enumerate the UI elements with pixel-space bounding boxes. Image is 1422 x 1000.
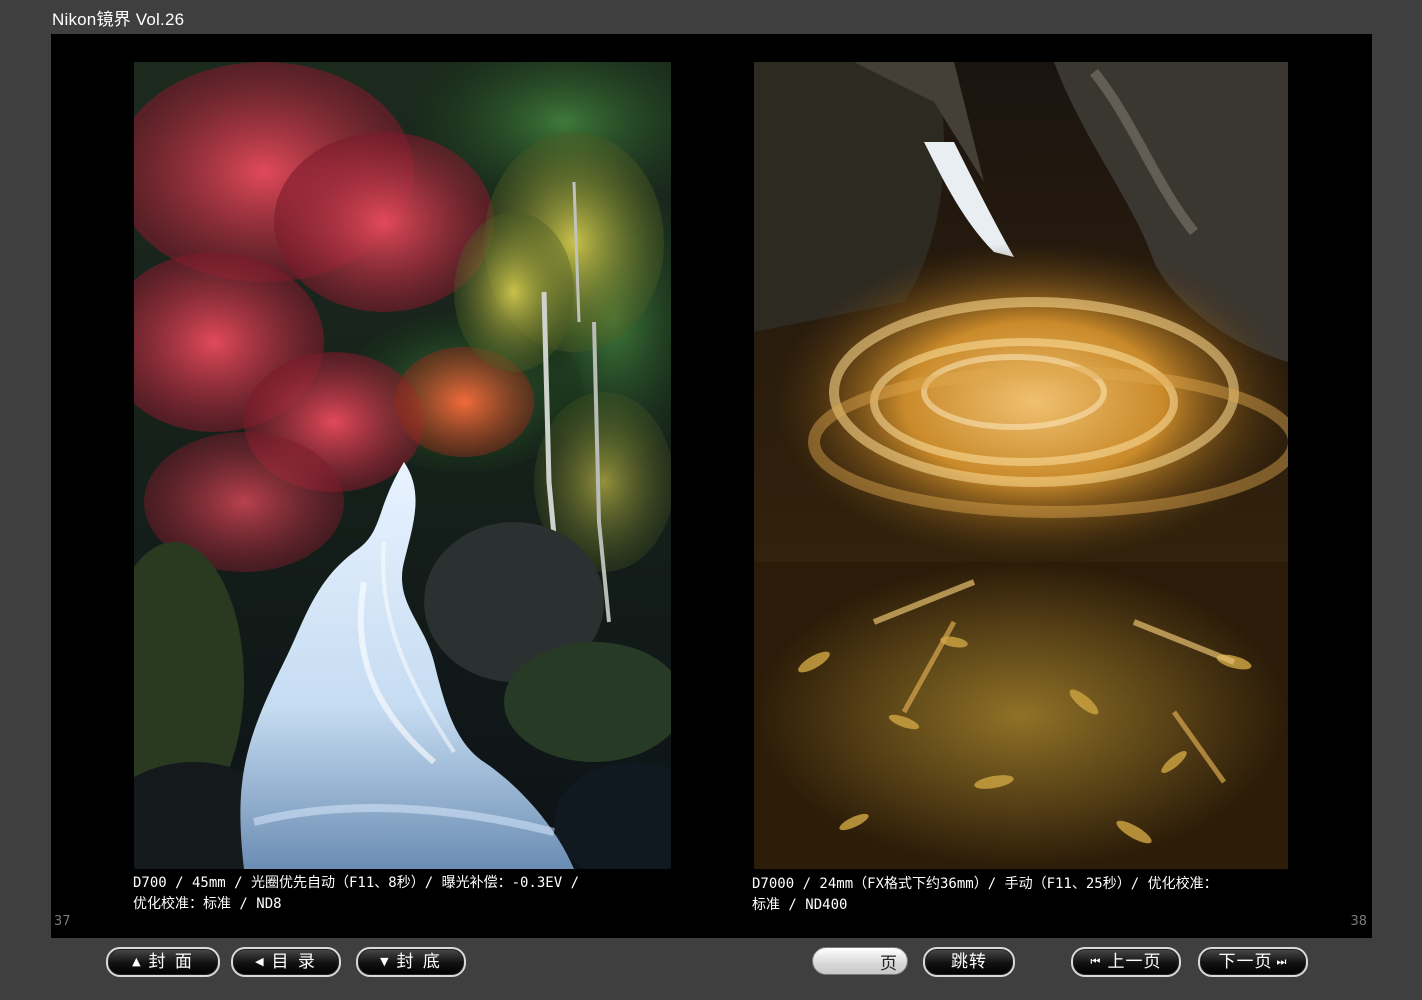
left-page-number: 37 [54,914,71,929]
toc-button-label: 目 录 [271,952,317,972]
next-page-button[interactable]: 下一页 ⏭ [1198,947,1308,977]
page-unit-label: 页 [880,953,897,974]
right-page-number: 38 [1350,914,1367,929]
triangle-up-icon: ▲ [132,955,143,968]
autumn-waterfall-photo[interactable] [134,62,671,869]
magazine-viewer: Nikon镜界 Vol.26 D700 / 45mm / 光圈优先自动（F11、… [0,0,1422,1000]
page-number-field: 页 [812,947,908,975]
swirling-leaves-pool-photo[interactable] [754,62,1288,869]
window-title: Nikon镜界 Vol.26 [52,10,185,29]
skip-back-icon: ⏮ [1090,955,1102,968]
toc-button[interactable]: ◀ 目 录 [231,947,341,977]
left-photo-caption: D700 / 45mm / 光圈优先自动（F11、8秒）/ 曝光补偿：-0.3E… [133,875,580,912]
prev-page-button[interactable]: ⏮ 上一页 [1071,947,1181,977]
prev-page-label: 上一页 [1107,952,1162,972]
next-page-label: 下一页 [1218,952,1273,972]
swirl-illustration [754,62,1288,869]
waterfall-illustration [134,62,671,869]
right-photo-caption: D7000 / 24mm（FX格式下约36mm）/ 手动（F11、25秒）/ 优… [752,876,1218,913]
page-number-input[interactable] [821,951,881,973]
triangle-left-icon: ◀ [255,955,266,968]
back-cover-button[interactable]: ▼ 封 底 [356,947,466,977]
skip-forward-icon: ⏭ [1276,955,1288,968]
cover-button[interactable]: ▲ 封 面 [106,947,220,977]
cover-button-label: 封 面 [148,952,194,972]
magazine-spread: D700 / 45mm / 光圈优先自动（F11、8秒）/ 曝光补偿：-0.3E… [51,34,1372,938]
triangle-down-icon: ▼ [380,955,391,968]
back-cover-button-label: 封 底 [396,952,442,972]
jump-button[interactable]: 跳转 [923,947,1015,977]
